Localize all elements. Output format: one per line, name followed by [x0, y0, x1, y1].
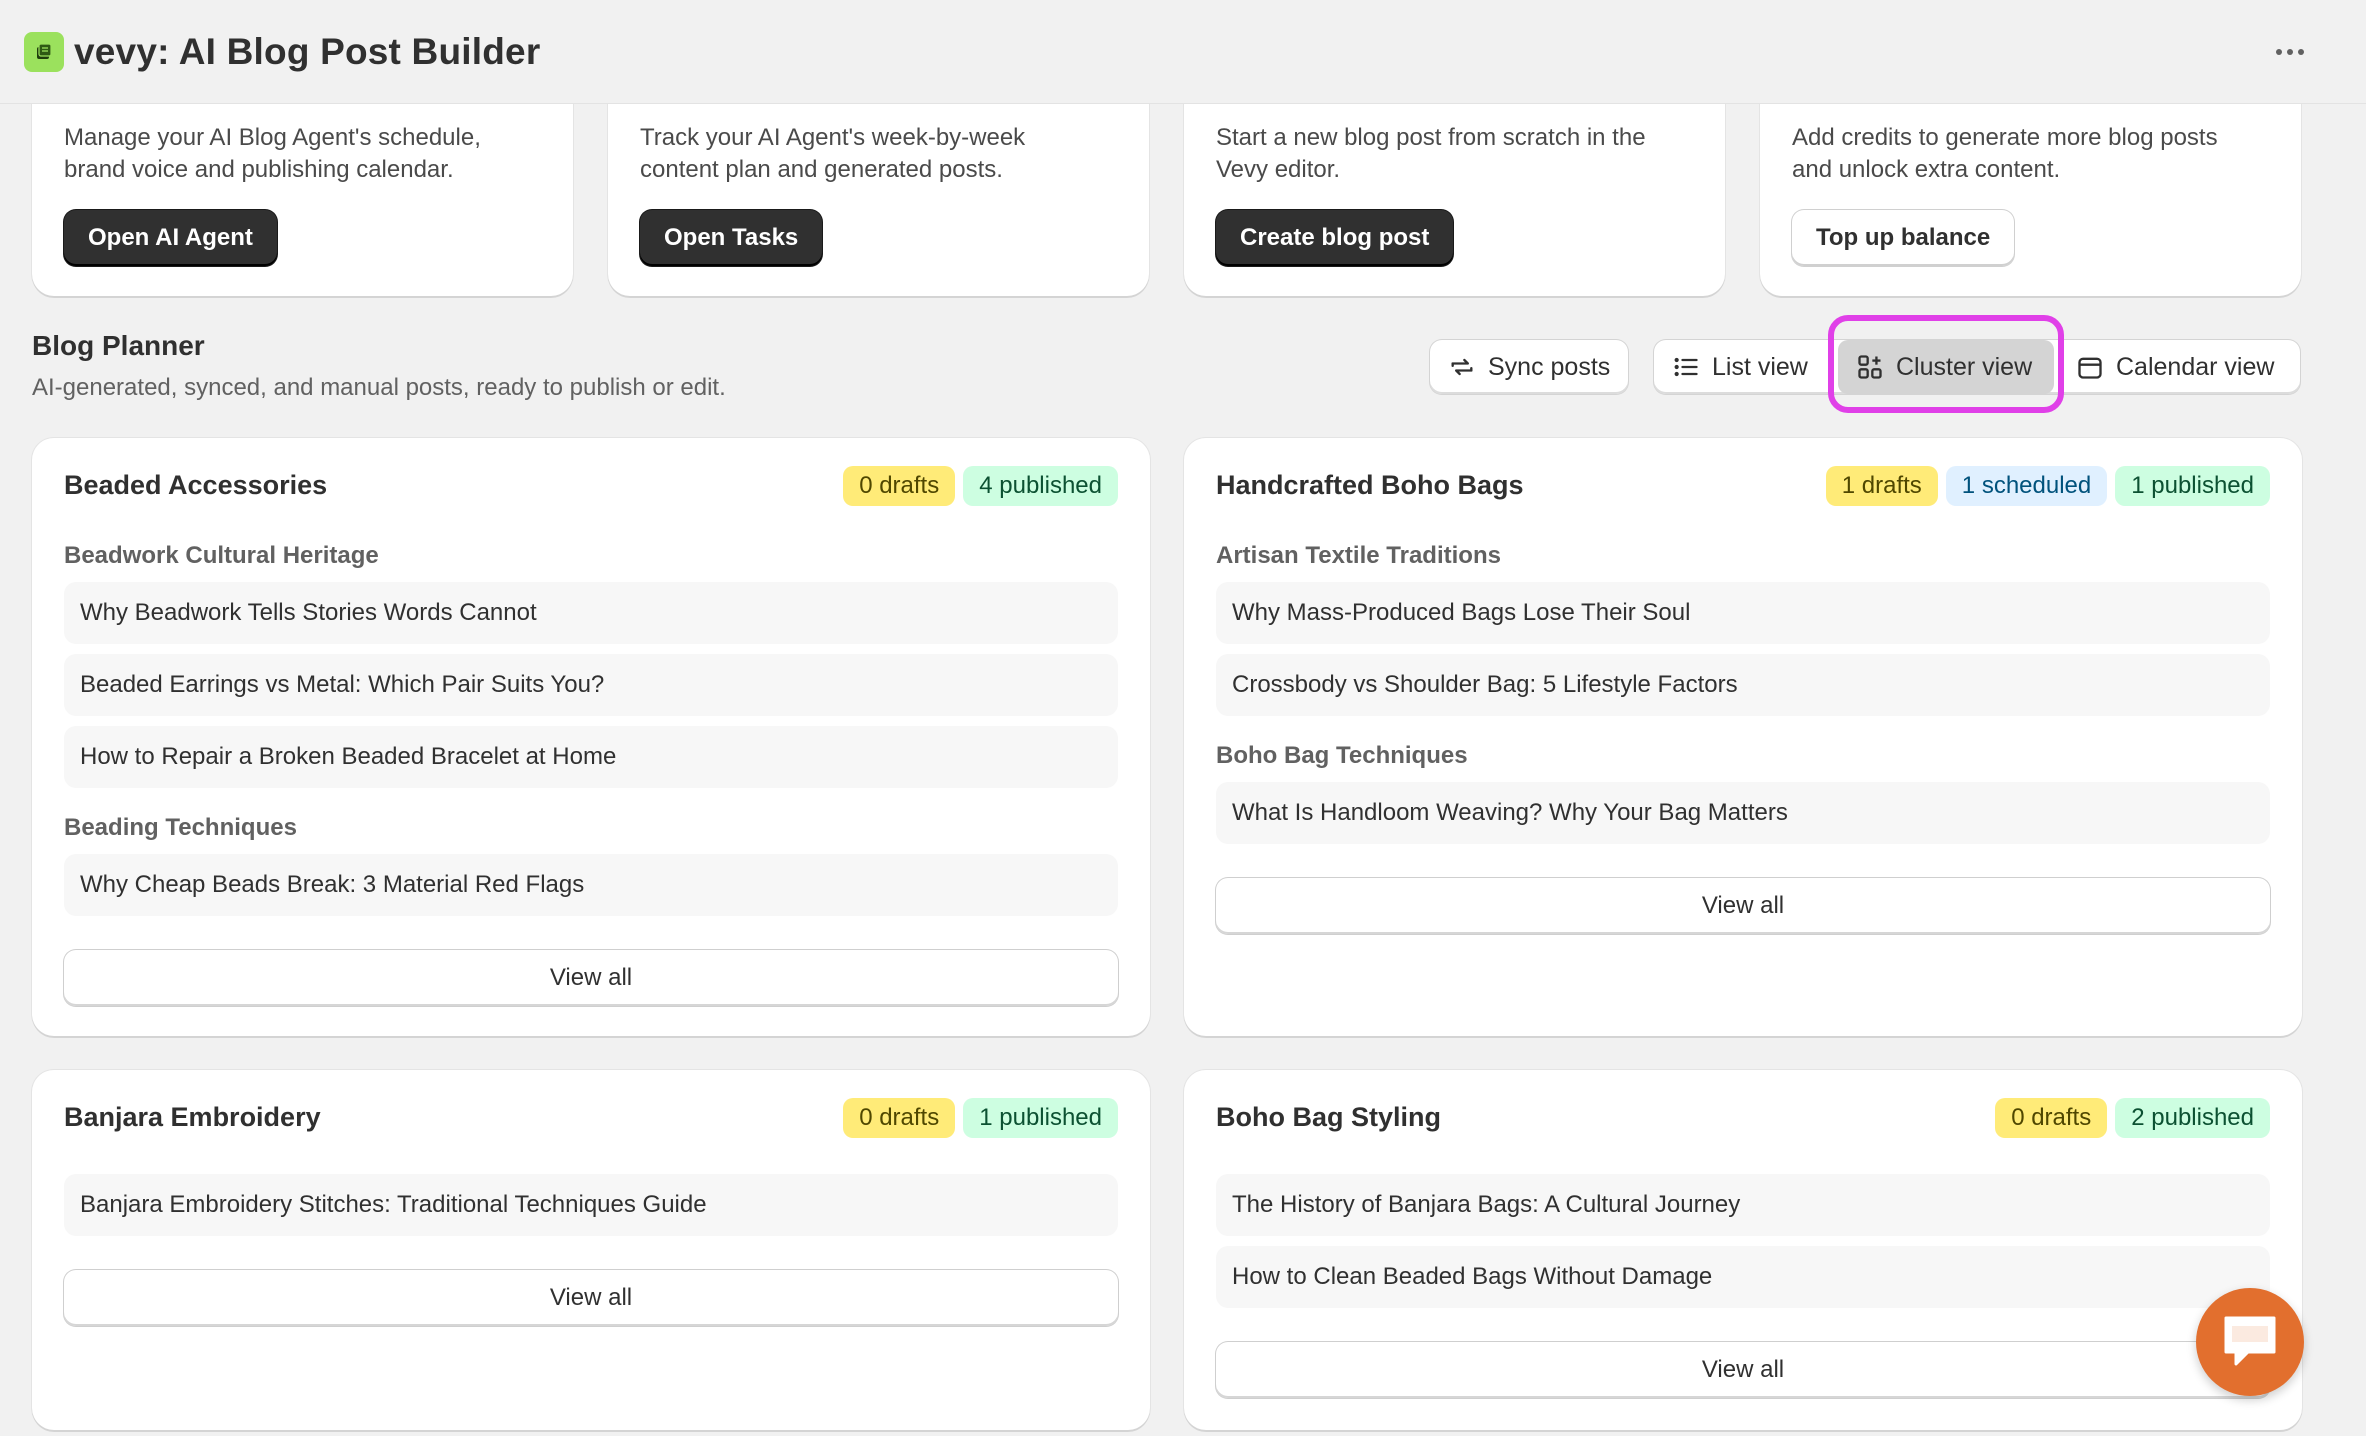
post-item[interactable]: Banjara Embroidery Stitches: Traditional… [64, 1174, 1118, 1236]
section-label: Beading Techniques [64, 814, 297, 841]
app-title: vevy: AI Blog Post Builder [74, 30, 541, 72]
more-actions-icon[interactable] [2270, 36, 2310, 68]
planner-title: Blog Planner [32, 330, 205, 361]
chat-bubble-icon [2224, 1316, 2276, 1366]
published-badge: 2 published [2115, 1098, 2270, 1138]
sync-posts-button[interactable]: Sync posts [1430, 340, 1629, 394]
drafts-badge: 1 drafts [1825, 466, 1938, 506]
cluster-title: Beaded Accessories [64, 470, 328, 500]
cluster-view-label: Cluster view [1896, 352, 2033, 381]
post-item[interactable]: How to Repair a Broken Beaded Bracelet a… [64, 726, 1118, 788]
section-label: Artisan Textile Traditions [1216, 542, 1501, 569]
card-description: Track your AI Agent's week-by-week conten… [640, 124, 1026, 183]
list-view-label: List view [1712, 352, 1808, 381]
drafts-badge: 0 drafts [1995, 1098, 2108, 1138]
published-badge: 1 published [2115, 466, 2270, 506]
status-badges: 0 drafts 2 published [1995, 1098, 2270, 1138]
view-all-button[interactable]: View all [1216, 1342, 2270, 1398]
post-item[interactable]: The History of Banjara Bags: A Cultural … [1216, 1174, 2270, 1236]
open-ai-agent-button[interactable]: Open AI Agent [64, 210, 277, 266]
cluster-title: Boho Bag Styling [1216, 1102, 1441, 1132]
card-description: Manage your AI Blog Agent's schedule, bra… [64, 124, 481, 183]
published-badge: 4 published [963, 466, 1118, 506]
section-label: Beadwork Cultural Heritage [64, 542, 379, 569]
status-badges: 0 drafts 1 published [843, 1098, 1118, 1138]
post-item[interactable]: How to Clean Beaded Bags Without Damage [1216, 1246, 2270, 1308]
card-description: Start a new blog post from scratch in th… [1216, 124, 1646, 183]
drafts-badge: 0 drafts [843, 1098, 956, 1138]
card-description: Add credits to generate more blog posts a… [1792, 124, 2218, 183]
post-item[interactable]: Why Cheap Beads Break: 3 Material Red Fl… [64, 854, 1118, 916]
section-label: Boho Bag Techniques [1216, 742, 1468, 769]
calendar-view-button[interactable]: Calendar view [2058, 340, 2292, 394]
sync-posts-label: Sync posts [1488, 352, 1611, 381]
cluster-card: Banjara Embroidery 0 drafts 1 published … [32, 1070, 1150, 1430]
post-item[interactable]: Why Beadwork Tells Stories Words Cannot [64, 582, 1118, 644]
calendar-view-label: Calendar view [2116, 352, 2275, 381]
cluster-title: Handcrafted Boho Bags [1216, 470, 1524, 500]
published-badge: 1 published [963, 1098, 1118, 1138]
view-all-button[interactable]: View all [1216, 878, 2270, 934]
list-view-button[interactable]: List view [1654, 340, 1826, 394]
app-logo-icon [24, 31, 64, 72]
create-blog-post-button[interactable]: Create blog post [1216, 210, 1454, 266]
chat-support-button[interactable] [2196, 1288, 2304, 1396]
scheduled-badge: 1 scheduled [1945, 466, 2108, 506]
cluster-card: Handcrafted Boho Bags 1 drafts 1 schedul… [1184, 438, 2302, 1036]
calendar-icon [2078, 357, 2102, 379]
status-badges: 0 drafts 4 published [843, 466, 1118, 506]
view-all-button[interactable]: View all [64, 1270, 1118, 1326]
cluster-card: Beaded Accessories 0 drafts 4 published … [32, 438, 1150, 1036]
sync-icon [1451, 358, 1473, 376]
top-up-balance-button[interactable]: Top up balance [1792, 210, 2015, 266]
view-all-button[interactable]: View all [64, 950, 1118, 1006]
cluster-title: Banjara Embroidery [64, 1102, 321, 1132]
post-item[interactable]: What Is Handloom Weaving? Why Your Bag M… [1216, 782, 2270, 844]
status-badges: 1 drafts 1 scheduled 1 published [1825, 466, 2270, 506]
open-tasks-button[interactable]: Open Tasks [640, 210, 823, 266]
list-icon [1674, 357, 1698, 377]
post-item[interactable]: Why Mass-Produced Bags Lose Their Soul [1216, 582, 2270, 644]
cluster-icon [1858, 355, 1882, 379]
cluster-card: Boho Bag Styling 0 drafts 2 published Th… [1184, 1070, 2302, 1430]
drafts-badge: 0 drafts [843, 466, 956, 506]
cluster-view-button[interactable]: Cluster view [1838, 340, 2054, 394]
post-item[interactable]: Crossbody vs Shoulder Bag: 5 Lifestyle F… [1216, 654, 2270, 716]
app-header: vevy: AI Blog Post Builder [0, 0, 2366, 104]
post-item[interactable]: Beaded Earrings vs Metal: Which Pair Sui… [64, 654, 1118, 716]
planner-subtitle: AI-generated, synced, and manual posts, … [32, 374, 726, 401]
